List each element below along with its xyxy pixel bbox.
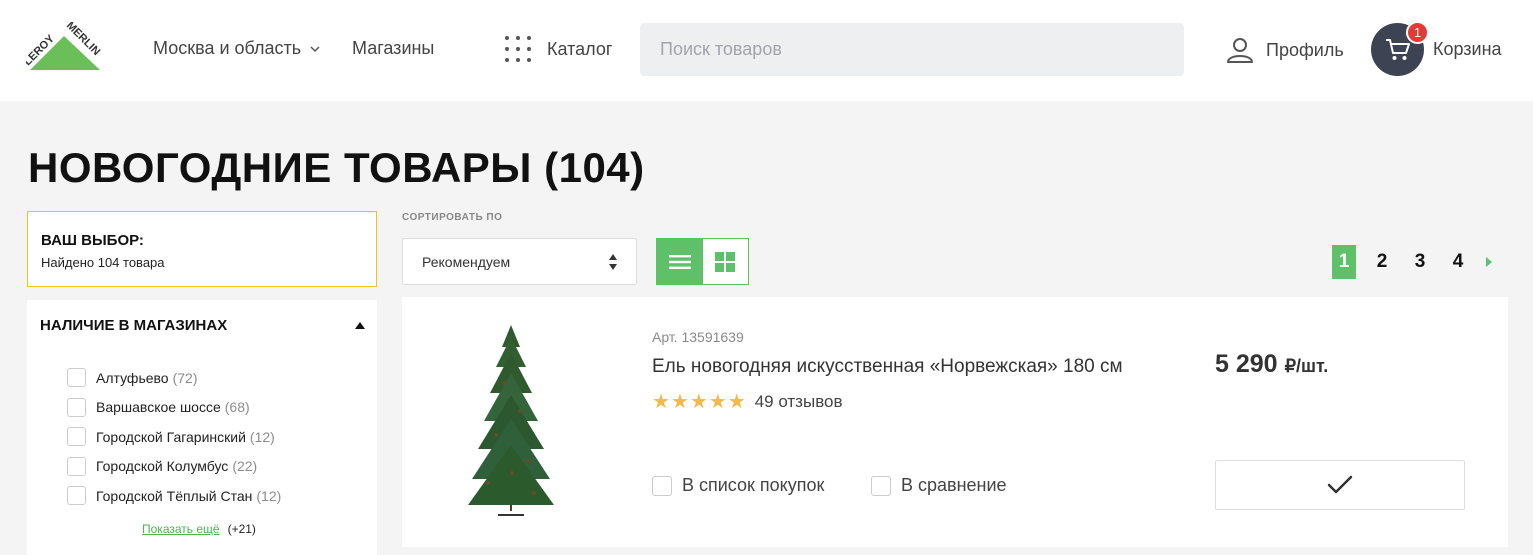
page-1-button[interactable]: 1	[1332, 245, 1356, 279]
grid-dots-icon	[505, 36, 531, 62]
store-count: (72)	[172, 369, 198, 386]
catalog-label: Каталог	[547, 38, 613, 59]
store-name: Городской Гагаринский	[96, 428, 246, 445]
region-selector[interactable]: Москва и область	[153, 38, 321, 59]
store-count: (12)	[256, 487, 282, 504]
star-icon: ★	[689, 391, 708, 413]
store-count: (12)	[249, 428, 275, 445]
grid-view-icon	[715, 251, 736, 272]
view-toggle	[656, 238, 749, 285]
list-view-icon	[668, 254, 691, 269]
checkbox[interactable]	[652, 475, 672, 496]
product-image[interactable]	[468, 323, 554, 519]
site-header: LEROY MERLIN Москва и область Магазины К…	[0, 0, 1533, 101]
store-list: Алтуфьево (72) Варшавское шоссе (68) Гор…	[67, 363, 281, 511]
product-card: Арт. 13591639 Ель новогодняя искусственн…	[402, 297, 1508, 547]
sort-value: Рекомендуем	[422, 253, 511, 270]
cart-button[interactable]: 1 Корзина	[1371, 21, 1502, 76]
profile-button[interactable]: Профиль	[1226, 36, 1344, 64]
grid-view-button[interactable]	[703, 239, 749, 284]
checkbox[interactable]	[67, 368, 86, 388]
reviews-link[interactable]: 49 отзывов	[755, 392, 843, 412]
cart-icon	[1385, 38, 1410, 60]
chevron-down-icon	[310, 45, 320, 52]
store-name: Городской Тёплый Стан	[96, 487, 253, 504]
catalog-button[interactable]: Каталог	[505, 36, 612, 62]
store-filter-item[interactable]: Городской Колумбус (22)	[67, 452, 281, 482]
store-filter-item[interactable]: Городской Гагаринский (12)	[67, 422, 281, 452]
region-label: Москва и область	[153, 38, 302, 58]
cart-icon-container: 1	[1371, 21, 1429, 76]
collapse-triangle-icon[interactable]	[355, 322, 365, 329]
user-icon	[1227, 38, 1253, 63]
sort-updown-icon	[609, 254, 617, 270]
cart-label: Корзина	[1433, 39, 1502, 59]
checkmark-icon	[1327, 475, 1353, 494]
star-icon: ★	[708, 391, 727, 413]
profile-label: Профиль	[1266, 39, 1344, 60]
checkbox[interactable]	[67, 397, 86, 417]
checkbox[interactable]	[67, 456, 86, 476]
pagination: 1 2 3 4	[1332, 245, 1492, 279]
compare-label: В сравнение	[901, 475, 1007, 495]
store-filter-item[interactable]: Варшавское шоссе (68)	[67, 393, 281, 423]
choice-subtitle: Найдено 104 товара	[41, 255, 165, 270]
page-2-button[interactable]: 2	[1370, 245, 1394, 279]
page-3-button[interactable]: 3	[1408, 245, 1432, 279]
product-name[interactable]: Ель новогодняя искусственная «Норвежская…	[652, 356, 1123, 378]
sort-label: СОРТИРОВАТЬ ПО	[402, 212, 503, 223]
checkbox[interactable]	[871, 475, 891, 496]
star-icon: ★	[670, 391, 689, 413]
page-4-button[interactable]: 4	[1446, 245, 1470, 279]
stores-link[interactable]: Магазины	[352, 38, 434, 59]
star-icon: ★	[727, 391, 746, 413]
next-page-arrow-icon[interactable]	[1486, 257, 1492, 267]
checkbox[interactable]	[67, 427, 86, 447]
leroy-merlin-logo[interactable]: LEROY MERLIN	[22, 20, 104, 72]
list-view-button[interactable]	[657, 239, 703, 284]
show-more: Показать ещё (+21)	[142, 522, 256, 536]
filter-title: НАЛИЧИЕ В МАГАЗИНАХ	[40, 317, 228, 334]
page-title: НОВОГОДНИЕ ТОВАРЫ (104)	[28, 144, 645, 191]
cart-count-badge: 1	[1406, 21, 1429, 44]
store-filter-item[interactable]: Городской Тёплый Стан (12)	[67, 481, 281, 511]
show-more-count: (+21)	[227, 522, 256, 536]
store-count: (22)	[232, 458, 258, 475]
store-name: Городской Колумбус	[96, 458, 229, 475]
shopping-list-label: В список покупок	[682, 475, 825, 495]
show-more-link[interactable]: Показать ещё	[142, 522, 220, 536]
store-name: Алтуфьево	[96, 369, 169, 386]
add-to-compare[interactable]: В сравнение	[871, 475, 1007, 496]
star-icon: ★	[652, 391, 670, 413]
choice-title: ВАШ ВЫБОР:	[41, 232, 144, 249]
checkbox[interactable]	[67, 486, 86, 506]
sort-select[interactable]: Рекомендуем	[402, 238, 637, 285]
store-count: (68)	[224, 399, 250, 416]
rating: ★ ★ ★ ★ ★ 49 отзывов	[652, 392, 843, 412]
store-name: Варшавское шоссе	[96, 399, 221, 416]
store-availability-filter: НАЛИЧИЕ В МАГАЗИНАХ Алтуфьево (72) Варша…	[27, 300, 377, 555]
price-unit: ₽/шт.	[1284, 356, 1329, 376]
search-input[interactable]	[640, 23, 1184, 76]
store-filter-item[interactable]: Алтуфьево (72)	[67, 363, 281, 393]
in-cart-button[interactable]	[1215, 460, 1465, 510]
price-value: 5 290	[1215, 350, 1278, 378]
your-choice-box: ВАШ ВЫБОР: Найдено 104 товара	[27, 211, 377, 287]
article-number: Арт. 13591639	[652, 329, 744, 345]
price: 5 290 ₽/шт.	[1215, 350, 1328, 379]
add-to-shopping-list[interactable]: В список покупок	[652, 475, 824, 496]
